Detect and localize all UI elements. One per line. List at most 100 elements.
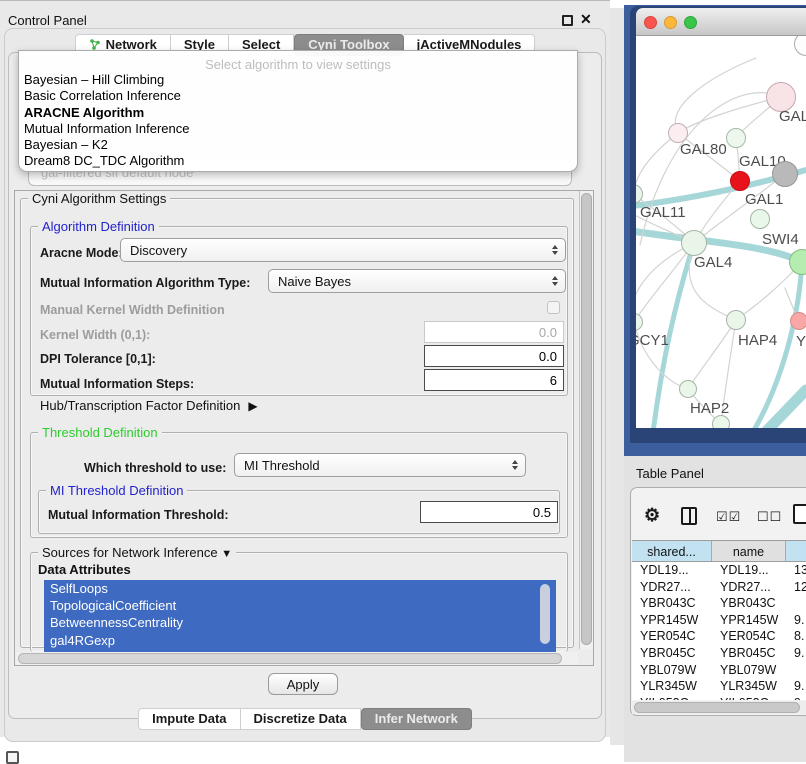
node-hap4[interactable]: [726, 310, 746, 330]
zoom-traffic-light-icon[interactable]: [684, 16, 697, 29]
attribute-item-selfloops[interactable]: SelfLoops: [44, 580, 556, 597]
table-cell: YIL052C: [712, 695, 786, 700]
combo-arrows-icon: [552, 245, 558, 255]
tab-infer-network[interactable]: Infer Network: [361, 708, 472, 730]
node-gal1[interactable]: [730, 171, 750, 191]
table-cell: YLR345W: [712, 678, 786, 695]
combo-arrows-icon: [552, 276, 558, 286]
node-gcy1-label: GCY1: [636, 332, 669, 349]
algorithm-option-dream8-dc-tdc-algorithm[interactable]: Dream8 DC_TDC Algorithm: [19, 153, 577, 169]
scrollbar-thumb[interactable]: [581, 193, 592, 645]
attribute-item-gal4rgexp[interactable]: gal4RGexp: [44, 632, 556, 649]
settings-vertical-scrollbar[interactable]: [579, 191, 593, 649]
tab-impute-data[interactable]: Impute Data: [138, 708, 240, 730]
table-row[interactable]: YBR045CYBR045C9.: [632, 645, 806, 662]
node-gal4[interactable]: [681, 230, 707, 256]
network-edge: [636, 243, 694, 322]
node-swi4-label: SWI4: [762, 231, 799, 248]
attribute-item-topologicalcoefficient[interactable]: TopologicalCoefficient: [44, 597, 556, 614]
tab-label: Impute Data: [152, 711, 226, 726]
dpi-tolerance-label: DPI Tolerance [0,1]:: [40, 352, 156, 366]
table-row[interactable]: YBR043CYBR043C: [632, 595, 806, 612]
algorithm-definition-title: Algorithm Definition: [38, 219, 159, 234]
table-cell: YIL052C: [632, 695, 712, 700]
table-cell: 9.: [786, 645, 806, 662]
algorithm-option-bayesian-k2[interactable]: Bayesian – K2: [19, 137, 577, 153]
node-gal11-label: GAL11: [640, 204, 686, 221]
table-horizontal-scrollbar[interactable]: [632, 701, 806, 714]
table-header-row: shared... name: [632, 540, 806, 562]
node-gal80[interactable]: [668, 123, 688, 143]
node-salmon-right[interactable]: [790, 312, 806, 330]
node-bottom-partial[interactable]: [712, 415, 730, 428]
algorithm-option-mutual-information-inference[interactable]: Mutual Information Inference: [19, 121, 577, 137]
table-row[interactable]: YDR27...YDR27...12: [632, 579, 806, 596]
table-cell: YBR043C: [712, 595, 786, 612]
hub-transcription-factor-expander[interactable]: Hub/Transcription Factor Definition ▶: [40, 398, 258, 413]
table-row[interactable]: YDL19...YDL19...13: [632, 562, 806, 579]
tab-discretize-data[interactable]: Discretize Data: [241, 708, 361, 730]
close-traffic-light-icon[interactable]: [644, 16, 657, 29]
node-gal-partial-label: GAL: [779, 108, 806, 125]
data-attributes-list: SelfLoopsTopologicalCoefficientBetweenne…: [44, 580, 556, 652]
table-cell: YBR045C: [632, 645, 712, 662]
attribute-list-scrollbar[interactable]: [540, 584, 550, 644]
node-gal80-label: GAL80: [680, 141, 727, 158]
which-threshold-combobox[interactable]: MI Threshold: [234, 453, 526, 477]
collapse-right-icon: ▶: [248, 399, 257, 413]
node-hap2[interactable]: [679, 380, 697, 398]
column-header-partial[interactable]: [786, 541, 806, 561]
settings-gear-icon[interactable]: ⚙: [644, 505, 660, 526]
panel-divider[interactable]: [610, 8, 624, 745]
kernel-width-input[interactable]: 0.0: [424, 321, 564, 343]
panel-dock-icon[interactable]: [6, 751, 19, 764]
network-window-titlebar[interactable]: [636, 8, 806, 36]
network-edge: [636, 133, 678, 194]
scrollbar-thumb[interactable]: [18, 653, 562, 664]
deselect-checkboxes-icon[interactable]: ☐☐: [757, 509, 782, 525]
desktop-top-strip: [624, 0, 806, 5]
attribute-item-betweennesscentrality[interactable]: BetweennessCentrality: [44, 614, 556, 631]
table-cell: [786, 662, 806, 679]
table-cell: [786, 595, 806, 612]
mi-threshold-definition-title: MI Threshold Definition: [46, 483, 187, 498]
node-swi4[interactable]: [750, 209, 770, 229]
table-cell: 8.: [786, 628, 806, 645]
close-icon[interactable]: ✕: [580, 11, 592, 28]
mi-threshold-input[interactable]: 0.5: [420, 501, 558, 523]
minimize-traffic-light-icon[interactable]: [664, 16, 677, 29]
table-row[interactable]: YLR345WYLR345W9.: [632, 678, 806, 695]
scrollbar-thumb[interactable]: [634, 702, 800, 713]
table-row[interactable]: YER054CYER054C8.: [632, 628, 806, 645]
sources-group-title[interactable]: Sources for Network Inference ▼: [38, 545, 236, 560]
node-hap4-label: HAP4: [738, 332, 777, 349]
column-layout-icon[interactable]: [681, 507, 697, 525]
algorithm-option-bayesian-hill-climbing[interactable]: Bayesian – Hill Climbing: [19, 72, 577, 88]
aracne-mode-combobox[interactable]: Discovery: [120, 238, 566, 262]
table-cell: YBR043C: [632, 595, 712, 612]
table-row[interactable]: YBL079WYBL079W: [632, 662, 806, 679]
mi-algorithm-type-combobox[interactable]: Naive Bayes: [268, 269, 566, 293]
node-gray[interactable]: [772, 161, 798, 187]
algorithm-option-basic-correlation-inference[interactable]: Basic Correlation Inference: [19, 88, 577, 104]
dpi-tolerance-input[interactable]: 0.0: [424, 345, 564, 367]
settings-horizontal-scrollbar[interactable]: [16, 652, 578, 665]
control-panel-title: Control Panel: [8, 13, 87, 28]
mi-algorithm-type-label: Mutual Information Algorithm Type:: [40, 276, 250, 290]
bottom-tab-bar: Impute Data Discretize Data Infer Network: [0, 708, 610, 730]
apply-button[interactable]: Apply: [268, 673, 338, 695]
float-window-icon[interactable]: [562, 15, 573, 26]
export-table-icon[interactable]: [793, 504, 806, 524]
algorithm-option-aracne-algorithm[interactable]: ARACNE Algorithm: [19, 105, 577, 121]
column-header-shared-name[interactable]: shared...: [632, 541, 712, 561]
manual-kernel-width-checkbox[interactable]: [547, 301, 560, 314]
table-row[interactable]: YIL052CYIL052C9: [632, 695, 806, 700]
column-header-name[interactable]: name: [712, 541, 786, 561]
tab-label: Discretize Data: [254, 711, 347, 726]
select-checkboxes-icon[interactable]: ☑☑: [716, 509, 741, 525]
mi-steps-input[interactable]: 6: [424, 369, 564, 391]
network-view[interactable]: GALGAL80GAL10GAL1GAL11SWI4GAL4GCY1HAP4YH…: [636, 36, 806, 428]
node-gal10[interactable]: [726, 128, 746, 148]
table-row[interactable]: YPR145WYPR145W9.: [632, 612, 806, 629]
table-cell: YPR145W: [632, 612, 712, 629]
